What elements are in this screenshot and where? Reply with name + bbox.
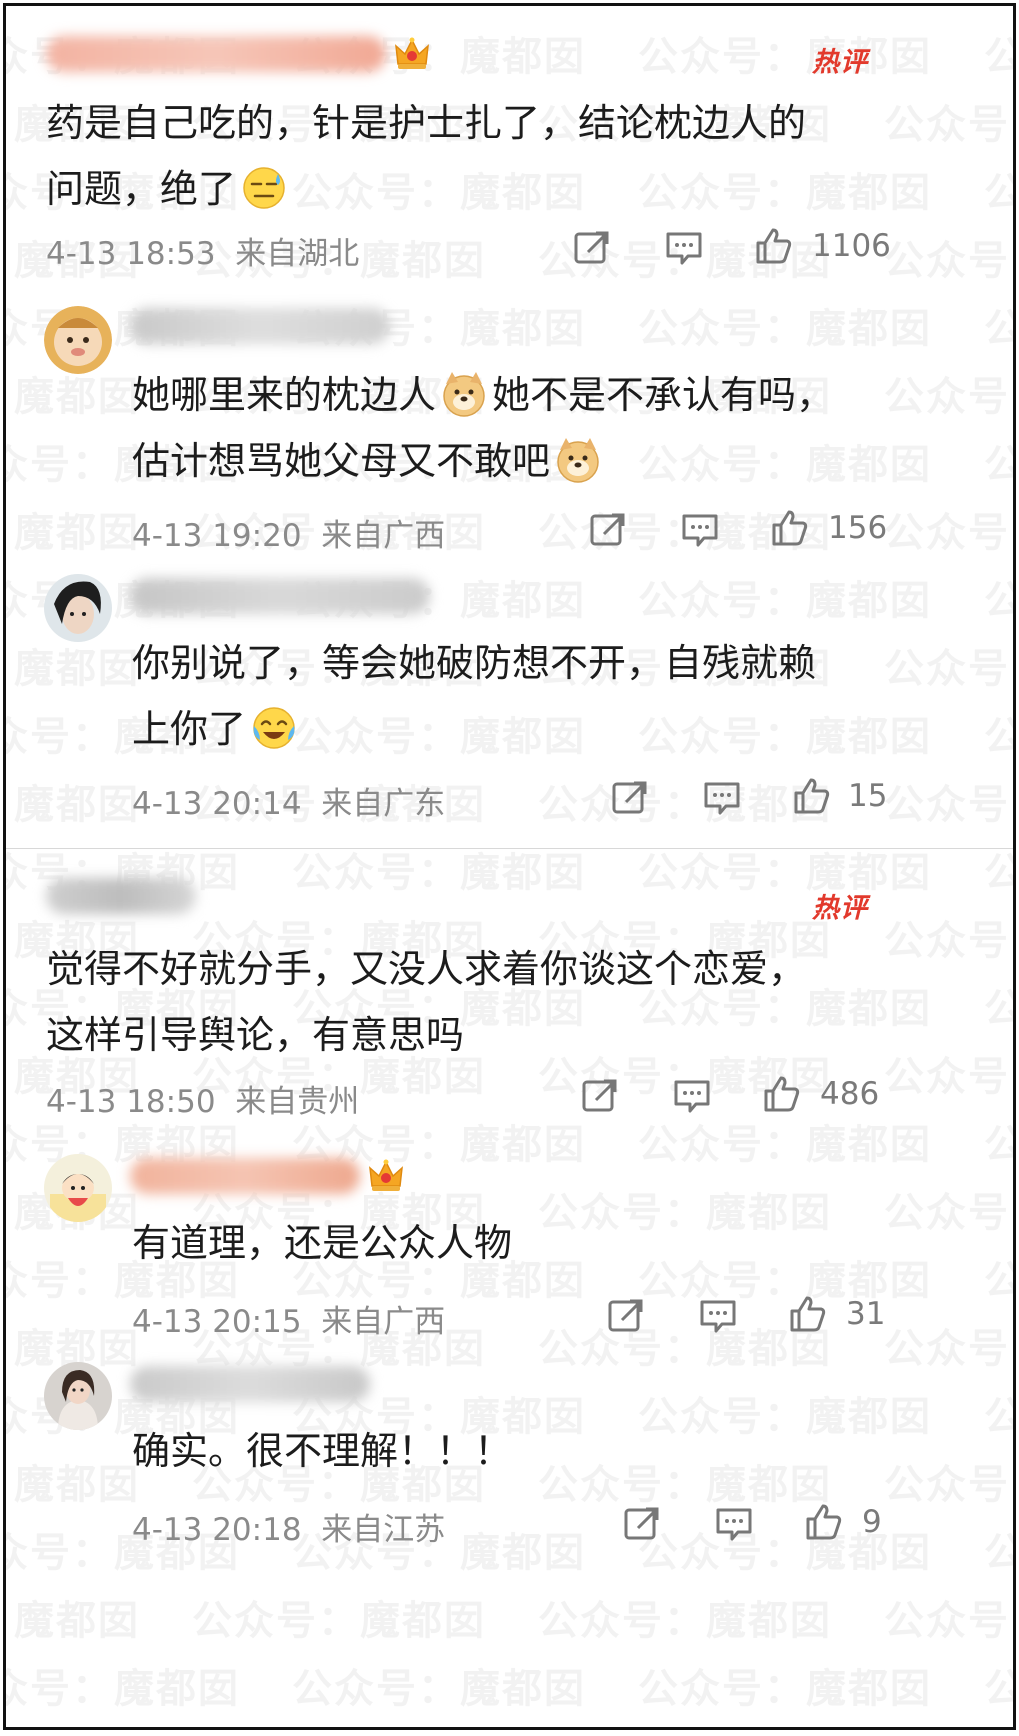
like-icon[interactable] xyxy=(788,1294,828,1334)
hot-comment-tag: 热评 xyxy=(812,893,868,924)
watermark-row: 公众号：魔都囡公众号：魔都囡公众号：魔都囡公众号：魔都囡公众号：魔都囡公众号：魔… xyxy=(6,1598,1013,1644)
reply-icon[interactable] xyxy=(664,228,704,268)
timestamp: 4-13 19:20 xyxy=(132,518,302,554)
comment-meta: 4-13 18:50 来自贵州 xyxy=(46,1076,359,1121)
username-blurred[interactable] xyxy=(46,36,386,72)
reply-line: 确实。很不理解！！！ xyxy=(132,1429,513,1473)
like-count: 9 xyxy=(862,1504,882,1540)
comment-line: 觉得不好就分手，又没人求着你谈这个恋爱， xyxy=(46,947,807,991)
avatar[interactable] xyxy=(44,574,112,642)
username-blurred[interactable] xyxy=(130,308,390,344)
comment-text: 药是自己吃的，针是护士扎了，结论枕边人的 问题，绝了 xyxy=(46,90,806,222)
reply-meta: 4-13 20:15 来自广西 xyxy=(132,1296,445,1341)
avatar[interactable] xyxy=(44,306,112,374)
comment-text: 觉得不好就分手，又没人求着你谈这个恋爱， 这样引导舆论，有意思吗 xyxy=(46,936,806,1068)
doge-emoji-icon xyxy=(557,438,599,483)
reply-text: 确实。很不理解！！！ xyxy=(132,1418,512,1484)
timestamp: 4-13 20:18 xyxy=(132,1512,302,1548)
reply-icon[interactable] xyxy=(672,1076,712,1116)
reply-text: 有道理，还是公众人物 xyxy=(132,1210,512,1276)
reply-line: 她不是不承认有吗， xyxy=(492,373,835,417)
reply-line: 你别说了，等会她破防想不开，自残就赖 xyxy=(132,641,817,685)
like-icon[interactable] xyxy=(792,776,832,816)
reply-line: 她哪里来的枕边人 xyxy=(132,373,437,417)
reply-text: 你别说了，等会她破防想不开，自残就赖 上你了 xyxy=(132,630,816,762)
comment-meta: 4-13 18:53 来自湖北 xyxy=(46,228,359,273)
share-icon[interactable] xyxy=(606,1296,646,1336)
timestamp: 4-13 20:15 xyxy=(132,1304,302,1340)
location: 来自江苏 xyxy=(321,1512,446,1548)
comment-line: 药是自己吃的，针是护士扎了，结论枕边人的 xyxy=(46,101,807,145)
like-count: 1106 xyxy=(812,228,891,264)
location: 来自广西 xyxy=(321,518,446,554)
comment-line: 问题，绝了 xyxy=(46,167,237,211)
reply-line: 有道理，还是公众人物 xyxy=(132,1221,513,1265)
like-count: 15 xyxy=(848,778,888,814)
laugh-cry-emoji-icon xyxy=(253,707,295,749)
like-icon[interactable] xyxy=(804,1502,844,1542)
timestamp: 4-13 18:50 xyxy=(46,1084,216,1120)
reply-meta: 4-13 19:20 来自广西 xyxy=(132,510,445,555)
timestamp: 4-13 20:14 xyxy=(132,786,302,822)
watermark-row: 公众号：魔都囡公众号：魔都囡公众号：魔都囡公众号：魔都囡公众号：魔都囡公众号：魔… xyxy=(6,1724,1013,1727)
reply-meta: 4-13 20:14 来自广东 xyxy=(132,778,445,823)
reply-text: 她哪里来的枕边人 她不是不承认有吗， 估计想骂她父母又不敢吧 xyxy=(132,362,834,494)
username-blurred[interactable] xyxy=(46,878,196,914)
reply-icon[interactable] xyxy=(698,1296,738,1336)
thread-divider xyxy=(6,848,1013,849)
comment-line: 这样引导舆论，有意思吗 xyxy=(46,1013,465,1057)
username-blurred[interactable] xyxy=(130,1366,370,1402)
reply-line: 估计想骂她父母又不敢吧 xyxy=(132,439,551,483)
like-icon[interactable] xyxy=(754,226,794,266)
like-icon[interactable] xyxy=(762,1074,802,1114)
share-icon[interactable] xyxy=(622,1504,662,1544)
share-icon[interactable] xyxy=(580,1076,620,1116)
like-icon[interactable] xyxy=(770,508,810,548)
location: 来自广西 xyxy=(321,1304,446,1340)
hot-comment-tag: 热评 xyxy=(812,47,868,78)
reply-icon[interactable] xyxy=(702,778,742,818)
crown-badge-icon xyxy=(395,37,429,69)
username-blurred[interactable] xyxy=(130,578,430,614)
location: 来自贵州 xyxy=(235,1084,360,1120)
share-icon[interactable] xyxy=(610,778,650,818)
sweat-smile-emoji-icon xyxy=(243,167,285,209)
like-count: 486 xyxy=(820,1076,880,1112)
timestamp: 4-13 18:53 xyxy=(46,236,216,272)
doge-emoji-icon xyxy=(443,372,485,417)
share-icon[interactable] xyxy=(572,228,612,268)
avatar[interactable] xyxy=(44,1154,112,1222)
username-blurred[interactable] xyxy=(130,1158,360,1194)
comment-screenshot: 公众号：魔都囡公众号：魔都囡公众号：魔都囡公众号：魔都囡公众号：魔都囡公众号：魔… xyxy=(3,3,1016,1730)
like-count: 31 xyxy=(846,1296,886,1332)
share-icon[interactable] xyxy=(588,510,628,550)
reply-line: 上你了 xyxy=(132,707,247,751)
reply-meta: 4-13 20:18 来自江苏 xyxy=(132,1504,445,1549)
reply-icon[interactable] xyxy=(680,510,720,550)
avatar[interactable] xyxy=(44,1362,112,1430)
location: 来自湖北 xyxy=(235,236,360,272)
location: 来自广东 xyxy=(321,786,446,822)
like-count: 156 xyxy=(828,510,888,546)
crown-badge-icon xyxy=(369,1159,403,1191)
watermark-row: 公众号：魔都囡公众号：魔都囡公众号：魔都囡公众号：魔都囡公众号：魔都囡公众号：魔… xyxy=(6,1666,1013,1712)
reply-icon[interactable] xyxy=(714,1504,754,1544)
